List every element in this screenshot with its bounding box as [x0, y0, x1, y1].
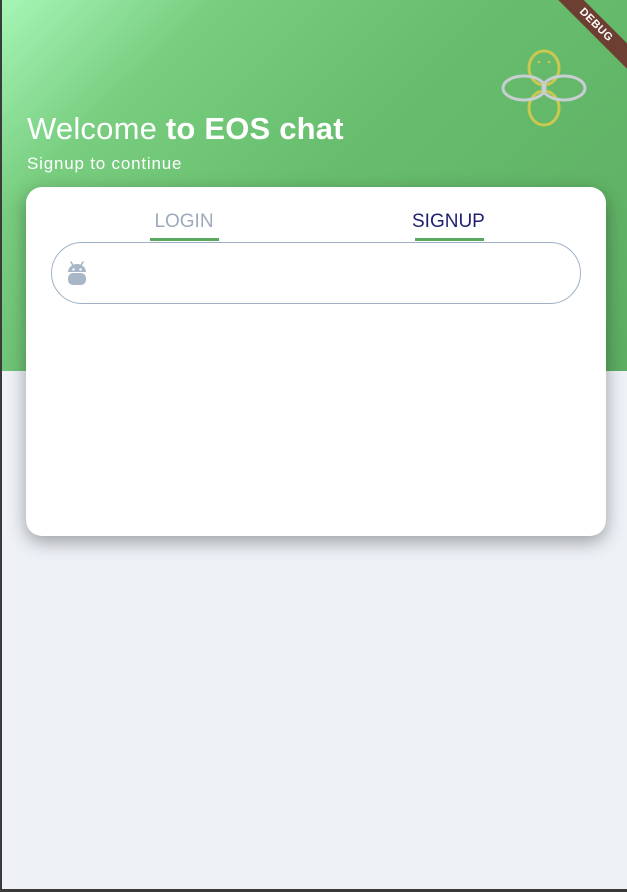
title-welcome: Welcome [27, 111, 166, 146]
username-input[interactable] [104, 255, 568, 293]
tab-signup-indicator [415, 238, 484, 241]
tab-login-indicator [150, 238, 219, 241]
tab-login[interactable]: LOGIN [150, 211, 218, 233]
eos-logo-icon [501, 49, 587, 127]
page-title: Welcome to EOS chat [27, 111, 344, 147]
page-subtitle: Signup to continue [27, 154, 183, 173]
auth-card: LOGIN SIGNUP [26, 187, 606, 536]
tab-signup[interactable]: SIGNUP [412, 211, 485, 233]
title-app-name: to EOS chat [165, 111, 344, 146]
username-field[interactable] [51, 242, 581, 304]
app-screen: Welcome to EOS chat Signup to continue L… [2, 0, 627, 889]
android-icon [68, 261, 86, 285]
